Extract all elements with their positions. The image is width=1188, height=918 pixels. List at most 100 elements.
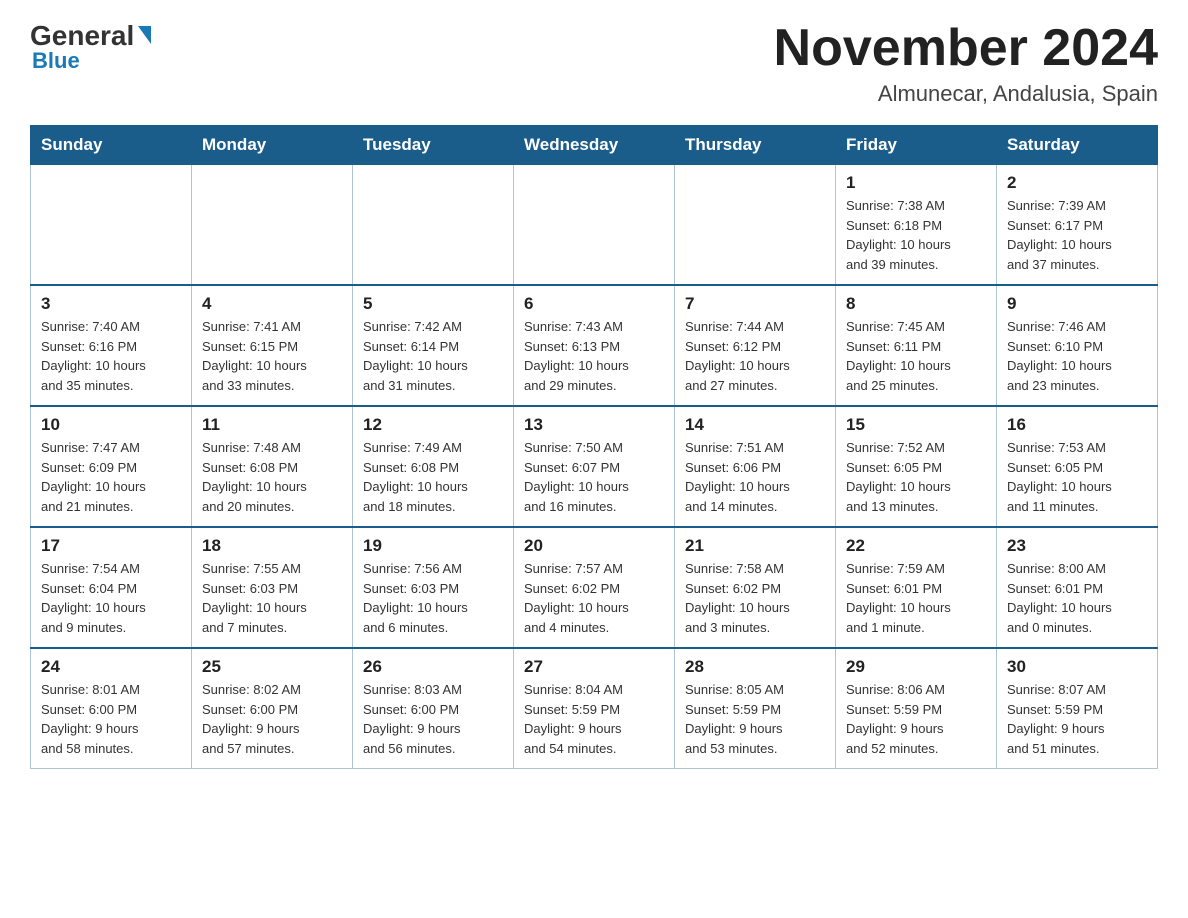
logo-arrow-icon	[138, 26, 151, 44]
day-info: Sunrise: 7:48 AMSunset: 6:08 PMDaylight:…	[202, 438, 342, 516]
day-info: Sunrise: 7:53 AMSunset: 6:05 PMDaylight:…	[1007, 438, 1147, 516]
location-text: Almunecar, Andalusia, Spain	[774, 81, 1158, 107]
calendar-cell	[353, 165, 514, 286]
day-info: Sunrise: 7:52 AMSunset: 6:05 PMDaylight:…	[846, 438, 986, 516]
day-number: 23	[1007, 536, 1147, 556]
calendar-cell: 8Sunrise: 7:45 AMSunset: 6:11 PMDaylight…	[836, 285, 997, 406]
logo: General Blue	[30, 20, 151, 74]
day-number: 6	[524, 294, 664, 314]
day-number: 1	[846, 173, 986, 193]
calendar-cell	[31, 165, 192, 286]
day-number: 25	[202, 657, 342, 677]
day-info: Sunrise: 8:00 AMSunset: 6:01 PMDaylight:…	[1007, 559, 1147, 637]
weekday-header-friday: Friday	[836, 126, 997, 165]
calendar-cell: 24 Sunrise: 8:01 AMSunset: 6:00 PMDayligh…	[31, 648, 192, 769]
day-info: Sunrise: 7:59 AMSunset: 6:01 PMDaylight:…	[846, 559, 986, 637]
day-number: 21	[685, 536, 825, 556]
week-row-5: 24 Sunrise: 8:01 AMSunset: 6:00 PMDayligh…	[31, 648, 1158, 769]
day-info: Sunrise: 7:56 AMSunset: 6:03 PMDaylight:…	[363, 559, 503, 637]
calendar-cell: 28Sunrise: 8:05 AMSunset: 5:59 PMDayligh…	[675, 648, 836, 769]
day-info: Sunrise: 8:04 AMSunset: 5:59 PMDaylight:…	[524, 680, 664, 758]
week-row-2: 3 Sunrise: 7:40 AMSunset: 6:16 PMDaylight…	[31, 285, 1158, 406]
calendar-cell: 26 Sunrise: 8:03 AMSunset: 6:00 PMDayligh…	[353, 648, 514, 769]
calendar-cell: 11 Sunrise: 7:48 AMSunset: 6:08 PMDayligh…	[192, 406, 353, 527]
day-number: 28	[685, 657, 825, 677]
day-info: Sunrise: 7:44 AMSunset: 6:12 PMDaylight:…	[685, 317, 825, 395]
calendar-cell	[514, 165, 675, 286]
calendar-cell: 6 Sunrise: 7:43 AMSunset: 6:13 PMDaylight…	[514, 285, 675, 406]
day-info: Sunrise: 7:39 AMSunset: 6:17 PMDaylight:…	[1007, 196, 1147, 274]
day-info: Sunrise: 7:50 AMSunset: 6:07 PMDaylight:…	[524, 438, 664, 516]
calendar-cell: 20 Sunrise: 7:57 AMSunset: 6:02 PMDayligh…	[514, 527, 675, 648]
day-number: 9	[1007, 294, 1147, 314]
weekday-header-thursday: Thursday	[675, 126, 836, 165]
calendar-cell: 13 Sunrise: 7:50 AMSunset: 6:07 PMDayligh…	[514, 406, 675, 527]
day-number: 5	[363, 294, 503, 314]
calendar-cell: 3 Sunrise: 7:40 AMSunset: 6:16 PMDaylight…	[31, 285, 192, 406]
weekday-header-monday: Monday	[192, 126, 353, 165]
day-number: 4	[202, 294, 342, 314]
calendar-cell: 16 Sunrise: 7:53 AMSunset: 6:05 PMDayligh…	[997, 406, 1158, 527]
week-row-4: 17Sunrise: 7:54 AMSunset: 6:04 PMDayligh…	[31, 527, 1158, 648]
day-number: 30	[1007, 657, 1147, 677]
day-number: 19	[363, 536, 503, 556]
calendar-cell: 15 Sunrise: 7:52 AMSunset: 6:05 PMDayligh…	[836, 406, 997, 527]
logo-blue-text: Blue	[32, 48, 80, 74]
day-number: 16	[1007, 415, 1147, 435]
day-number: 24	[41, 657, 181, 677]
weekday-header-sunday: Sunday	[31, 126, 192, 165]
day-number: 13	[524, 415, 664, 435]
day-number: 3	[41, 294, 181, 314]
calendar-cell: 23 Sunrise: 8:00 AMSunset: 6:01 PMDayligh…	[997, 527, 1158, 648]
week-row-3: 10 Sunrise: 7:47 AMSunset: 6:09 PMDayligh…	[31, 406, 1158, 527]
day-info: Sunrise: 7:40 AMSunset: 6:16 PMDaylight:…	[41, 317, 181, 395]
day-info: Sunrise: 7:38 AMSunset: 6:18 PMDaylight:…	[846, 196, 986, 274]
day-info: Sunrise: 7:47 AMSunset: 6:09 PMDaylight:…	[41, 438, 181, 516]
day-number: 2	[1007, 173, 1147, 193]
day-info: Sunrise: 8:02 AMSunset: 6:00 PMDaylight:…	[202, 680, 342, 758]
calendar-table: SundayMondayTuesdayWednesdayThursdayFrid…	[30, 125, 1158, 769]
calendar-cell: 25 Sunrise: 8:02 AMSunset: 6:00 PMDayligh…	[192, 648, 353, 769]
calendar-cell: 1 Sunrise: 7:38 AMSunset: 6:18 PMDaylight…	[836, 165, 997, 286]
day-number: 8	[846, 294, 986, 314]
day-info: Sunrise: 7:57 AMSunset: 6:02 PMDaylight:…	[524, 559, 664, 637]
day-number: 7	[685, 294, 825, 314]
title-area: November 2024 Almunecar, Andalusia, Spai…	[774, 20, 1158, 107]
day-info: Sunrise: 7:51 AMSunset: 6:06 PMDaylight:…	[685, 438, 825, 516]
day-number: 15	[846, 415, 986, 435]
day-number: 29	[846, 657, 986, 677]
day-number: 11	[202, 415, 342, 435]
day-number: 22	[846, 536, 986, 556]
page-header: General Blue November 2024 Almunecar, An…	[30, 20, 1158, 107]
day-info: Sunrise: 8:07 AMSunset: 5:59 PMDaylight:…	[1007, 680, 1147, 758]
day-info: Sunrise: 8:01 AMSunset: 6:00 PMDaylight:…	[41, 680, 181, 758]
calendar-cell: 12 Sunrise: 7:49 AMSunset: 6:08 PMDayligh…	[353, 406, 514, 527]
calendar-cell: 7 Sunrise: 7:44 AMSunset: 6:12 PMDaylight…	[675, 285, 836, 406]
day-number: 12	[363, 415, 503, 435]
weekday-header-saturday: Saturday	[997, 126, 1158, 165]
day-info: Sunrise: 7:55 AMSunset: 6:03 PMDaylight:…	[202, 559, 342, 637]
calendar-cell: 21Sunrise: 7:58 AMSunset: 6:02 PMDayligh…	[675, 527, 836, 648]
day-info: Sunrise: 7:49 AMSunset: 6:08 PMDaylight:…	[363, 438, 503, 516]
weekday-header-wednesday: Wednesday	[514, 126, 675, 165]
month-title: November 2024	[774, 20, 1158, 77]
calendar-cell	[192, 165, 353, 286]
calendar-cell: 5Sunrise: 7:42 AMSunset: 6:14 PMDaylight…	[353, 285, 514, 406]
calendar-cell: 29Sunrise: 8:06 AMSunset: 5:59 PMDayligh…	[836, 648, 997, 769]
calendar-cell: 17Sunrise: 7:54 AMSunset: 6:04 PMDayligh…	[31, 527, 192, 648]
day-number: 26	[363, 657, 503, 677]
calendar-cell: 27 Sunrise: 8:04 AMSunset: 5:59 PMDayligh…	[514, 648, 675, 769]
day-number: 27	[524, 657, 664, 677]
day-number: 20	[524, 536, 664, 556]
day-info: Sunrise: 7:46 AMSunset: 6:10 PMDaylight:…	[1007, 317, 1147, 395]
calendar-cell: 9 Sunrise: 7:46 AMSunset: 6:10 PMDaylight…	[997, 285, 1158, 406]
day-info: Sunrise: 7:43 AMSunset: 6:13 PMDaylight:…	[524, 317, 664, 395]
day-number: 10	[41, 415, 181, 435]
calendar-cell: 10 Sunrise: 7:47 AMSunset: 6:09 PMDayligh…	[31, 406, 192, 527]
day-info: Sunrise: 8:03 AMSunset: 6:00 PMDaylight:…	[363, 680, 503, 758]
calendar-cell: 22 Sunrise: 7:59 AMSunset: 6:01 PMDayligh…	[836, 527, 997, 648]
day-number: 17	[41, 536, 181, 556]
calendar-cell: 19 Sunrise: 7:56 AMSunset: 6:03 PMDayligh…	[353, 527, 514, 648]
calendar-cell: 14Sunrise: 7:51 AMSunset: 6:06 PMDayligh…	[675, 406, 836, 527]
calendar-cell: 2 Sunrise: 7:39 AMSunset: 6:17 PMDaylight…	[997, 165, 1158, 286]
